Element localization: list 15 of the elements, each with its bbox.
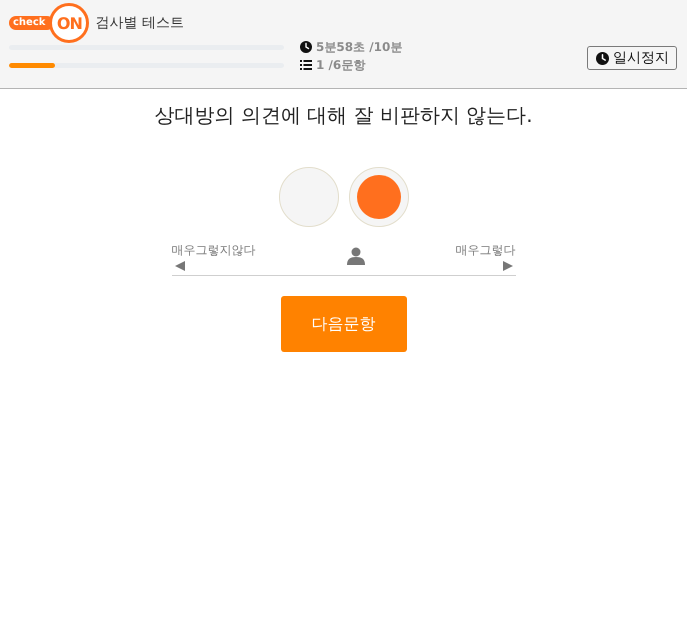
- clock-icon: [300, 41, 312, 53]
- filled-dot-icon: [356, 175, 400, 219]
- right-triangle-icon: [502, 261, 512, 271]
- scale-label: 매우그렇지않다: [172, 243, 256, 257]
- clock-icon: [596, 52, 609, 64]
- stat-text: 1 /6문항: [316, 56, 366, 74]
- person-icon: [346, 247, 364, 265]
- logo-emblem: ON: [49, 3, 90, 43]
- list-icon: [300, 59, 312, 71]
- scale-label: 매우그렇다: [456, 243, 516, 257]
- pause-button[interactable]: 일시정지: [587, 46, 677, 70]
- question-text: 상대방의 의견에 대해 잘 비판하지 않는다.: [154, 102, 533, 129]
- left-triangle-icon: [174, 261, 184, 271]
- test-title: 검사별 테스트: [95, 14, 184, 32]
- stat-text: 5분58초 /10분: [316, 38, 402, 56]
